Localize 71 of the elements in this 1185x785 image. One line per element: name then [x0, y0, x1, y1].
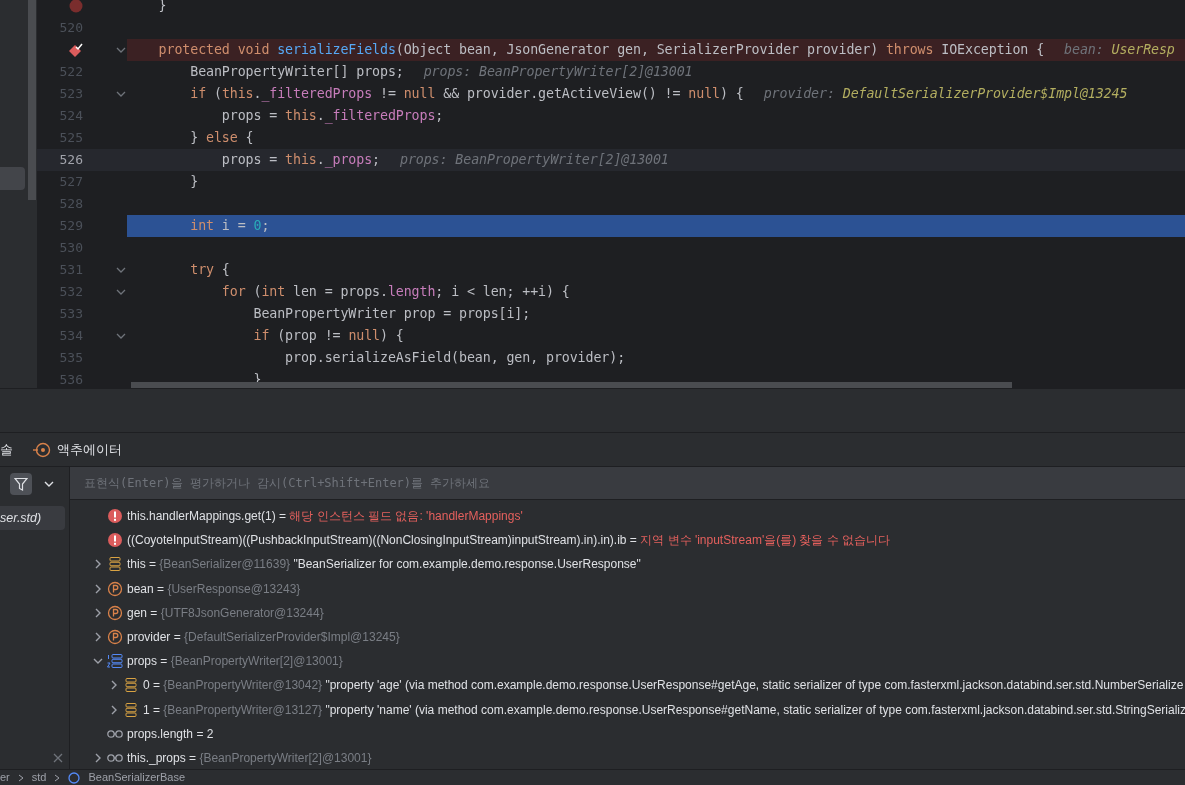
collapsed-chevron-icon[interactable] — [93, 559, 103, 570]
code-line: for (int len = props.length; i < len; ++i) { — [220, 283, 570, 302]
stack-icon — [123, 677, 139, 694]
variable-entry: this.handlerMappings.get(1) = 해당 인스턴스 필드 없음: 'handlerMappings' — [127, 508, 523, 526]
code-line: try { — [189, 261, 230, 280]
code-line: BeanPropertyWriter[] props; — [189, 63, 404, 82]
project-tree-row-highlight — [0, 167, 25, 190]
variable-entry: provider = {DefaultSerializerProvider$Impl@13245} — [127, 629, 400, 647]
code-line: props = this._props; — [220, 151, 380, 170]
collapsed-chevron-icon[interactable] — [93, 632, 103, 643]
fold-chevron-icon[interactable] — [116, 288, 126, 296]
code-line: prop.serializeAsField(bean, gen, provider); — [284, 349, 626, 368]
inline-value-hint: props: BeanPropertyWriter[2]@13001 — [423, 63, 693, 82]
variable-entry: bean = {UserResponse@13243} — [127, 580, 301, 598]
breakpoint-check-icon[interactable] — [67, 42, 83, 58]
filter-icon — [14, 476, 28, 491]
variable-entry: props.length = 2 — [127, 725, 214, 743]
filter-button[interactable] — [10, 472, 32, 495]
error-icon — [107, 532, 123, 549]
tool-tab[interactable]: 액추에이터 — [33, 439, 122, 460]
scrollbar-thumb[interactable] — [28, 0, 36, 200]
breadcrumb-separator-icon — [17, 773, 24, 782]
stack-icon — [107, 556, 123, 573]
parameter-icon — [107, 629, 123, 646]
variable-entry: this._props = {BeanPropertyWriter[2]@13001} — [127, 749, 372, 767]
breadcrumb-item[interactable]: std — [31, 769, 47, 785]
collapsed-chevron-icon[interactable] — [109, 680, 119, 691]
collapsed-chevron-icon[interactable] — [109, 704, 119, 715]
code-line: if (this._filteredProps != null && provider.getActiveView() != null) { — [189, 85, 744, 104]
code-line: } — [157, 0, 167, 16]
inline-value-hint: bean: UserResp — [1064, 41, 1175, 60]
stack-icon — [123, 701, 139, 718]
fold-chevron-icon[interactable] — [116, 266, 126, 274]
chevron-down-icon — [44, 479, 54, 488]
breadcrumb-item[interactable]: BeanSerializerBase — [88, 769, 186, 785]
fold-chevron-icon[interactable] — [116, 46, 126, 54]
class-icon — [68, 771, 81, 784]
code-line: int i = 0; — [189, 217, 270, 236]
variable-entry: 0 = {BeanPropertyWriter@13042} "property 'age' (via method com.example.demo.response.UserResponse#getAge, static serializer of type com.fasterxml.jackson.databind.ser.std.NumberSerialize — [143, 677, 1184, 695]
code-line: } — [189, 173, 199, 192]
fold-chevron-icon[interactable] — [116, 332, 126, 340]
dropdown-button[interactable] — [44, 479, 54, 488]
code-line: if (prop != null) { — [252, 327, 404, 346]
parameter-icon — [107, 604, 123, 621]
inline-value-hint: provider: DefaultSerializerProvider$Impl@13245 — [763, 85, 1128, 104]
variable-entry: this = {BeanSerializer@11639} "BeanSerializer for com.example.demo.response.UserResponse" — [127, 556, 641, 574]
breadcrumb-separator-icon — [54, 773, 61, 782]
inline-value-hint: props: BeanPropertyWriter[2]@13001 — [400, 151, 669, 170]
expression-input-field[interactable]: 표현식(Enter)을 평가하거나 감시(Ctrl+Shift+Enter)를 추가하세요 — [70, 466, 1185, 500]
breadcrumb-item[interactable]: er — [0, 769, 10, 785]
fold-chevron-icon[interactable] — [116, 90, 126, 98]
array-icon — [107, 653, 123, 670]
error-icon — [107, 508, 123, 525]
code-line: props = this._filteredProps; — [220, 107, 444, 126]
target-icon — [33, 441, 51, 458]
parameter-icon — [107, 580, 123, 597]
code-line: protected void serializeFields(Object bean, JsonGenerator gen, SerializerProvider provider) throws IOException { — [157, 41, 1045, 60]
code-line: } else { — [189, 129, 254, 148]
variable-entry: props = {BeanPropertyWriter[2]@13001} — [127, 653, 343, 671]
horizontal-scrollbar-thumb[interactable] — [131, 382, 1012, 388]
close-icon[interactable] — [53, 753, 63, 763]
variable-entry: 1 = {BeanPropertyWriter@13127} "property 'name' (via method com.example.demo.response.UserResponse#getName, static serializer of type com.fasterxml.jackson.databind.ser.std.StringSerializ — [143, 701, 1185, 719]
collapsed-chevron-icon[interactable] — [93, 583, 103, 594]
collapsed-chevron-icon[interactable] — [93, 607, 103, 618]
frame-list-item[interactable]: ser.std) — [0, 506, 65, 530]
collapsed-chevron-icon[interactable] — [93, 752, 103, 763]
tool-tab[interactable]: 솔 — [0, 439, 13, 460]
variable-entry: ((CoyoteInputStream)((PushbackInputStream)((NonClosingInputStream)inputStream).in).in).ib = 지역 변수 'inputStream'을(를) 찾을 수 없습니다 — [127, 532, 891, 550]
variable-entry: gen = {UTF8JsonGenerator@13244} — [127, 604, 324, 622]
line-number: 526 — [58, 151, 83, 170]
code-line: BeanPropertyWriter prop = props[i]; — [252, 305, 531, 324]
